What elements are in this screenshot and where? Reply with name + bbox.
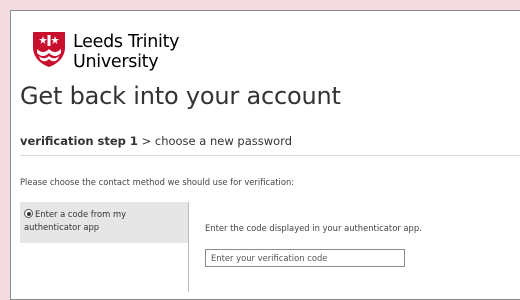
university-logo: Leeds Trinity University	[31, 30, 231, 80]
university-name-line2: University	[73, 52, 159, 72]
contact-method-list: Enter a code from my authenticator app	[20, 202, 189, 292]
university-name: Leeds Trinity University	[73, 32, 180, 72]
radio-button-selected-icon[interactable]	[24, 209, 33, 218]
method-option-authenticator-app[interactable]: Enter a code from my authenticator app	[20, 202, 188, 243]
current-step: verification step 1	[20, 134, 138, 148]
authenticator-instructions: Enter the code displayed in your authent…	[205, 223, 422, 233]
university-name-line1: Leeds Trinity	[73, 32, 180, 52]
divider	[20, 155, 520, 156]
step-breadcrumb: verification step 1 > choose a new passw…	[20, 134, 292, 148]
university-crest-icon	[33, 32, 65, 67]
contact-method-instructions: Please choose the contact method we shou…	[20, 177, 295, 187]
next-step: choose a new password	[154, 134, 293, 148]
method-option-label: Enter a code from my authenticator app	[24, 209, 127, 232]
verification-code-input[interactable]	[205, 249, 405, 267]
step-separator: >	[141, 134, 152, 148]
page-title: Get back into your account	[20, 82, 341, 110]
